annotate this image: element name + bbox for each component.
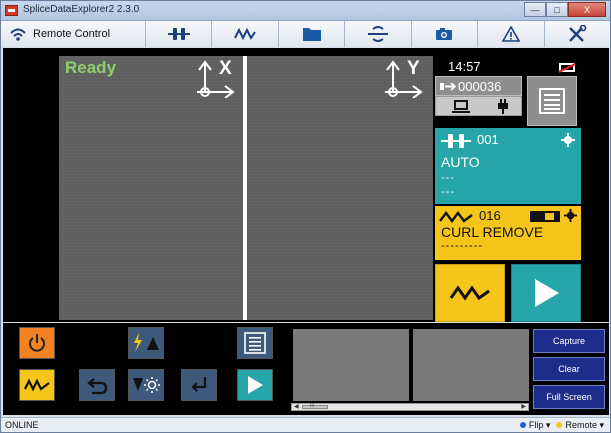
enter-icon — [191, 377, 207, 392]
remote-toggle[interactable]: Remote ▾ — [556, 420, 604, 431]
capture-thumbnail[interactable]: 02 — [413, 329, 529, 411]
connection-row — [435, 96, 522, 116]
tools-toolbar-button[interactable] — [544, 21, 610, 47]
status-bar: ONLINE Flip ▾ Remote ▾ — [1, 417, 610, 432]
control-bar: 01 02 ◀ III ▶ Capture Clear Full Screen — [3, 323, 609, 415]
scroll-left-icon[interactable]: ◀ — [294, 403, 299, 410]
remote-control-button[interactable]: Remote Control — [1, 21, 146, 47]
clear-button[interactable]: Clear — [533, 357, 605, 381]
enter-button[interactable] — [181, 369, 217, 401]
splice-start-button[interactable] — [511, 264, 581, 322]
app-icon — [5, 5, 18, 16]
fiber-toolbar-button[interactable] — [345, 21, 412, 47]
splice-program-number: 001 — [477, 132, 499, 147]
brightness-down-icon — [133, 377, 160, 393]
power-plug-icon — [498, 99, 508, 114]
flip-indicator-icon — [519, 422, 526, 428]
splice-icon — [441, 134, 471, 148]
arc-up-button[interactable] — [128, 327, 164, 359]
heater-mode: CURL REMOVE — [441, 224, 544, 240]
pc-icon — [452, 100, 470, 113]
play-icon — [535, 279, 559, 307]
capture-thumbnail[interactable]: 01 — [293, 329, 409, 411]
gear-icon[interactable] — [561, 133, 575, 147]
minimize-button[interactable]: — — [524, 2, 546, 17]
splice-program-card[interactable]: 001 AUTO --- --- — [435, 128, 581, 204]
remote-label: Remote — [565, 420, 597, 430]
fiber-splice-icon — [367, 26, 388, 42]
electrode-icon — [440, 82, 456, 91]
window-title: SpliceDataExplorer2 2.3.0 — [23, 4, 140, 15]
splice-line-1: --- — [441, 172, 455, 184]
main-toolbar: Remote Control — [1, 21, 610, 47]
gear-icon[interactable] — [564, 209, 577, 222]
camera-icon — [436, 28, 453, 40]
y-axis-label: Y — [407, 58, 420, 79]
list-icon — [244, 332, 266, 354]
status-toggles: Flip ▾ Remote ▾ — [519, 420, 604, 431]
connection-status: ONLINE — [5, 420, 39, 430]
start-button[interactable] — [237, 369, 273, 401]
wave-icon — [449, 285, 490, 301]
wifi-icon — [10, 28, 26, 41]
scroll-grip: III — [310, 403, 315, 409]
power-button[interactable] — [19, 327, 55, 359]
flip-label: Flip — [528, 420, 544, 430]
window-controls: — □ X — [524, 2, 606, 18]
flip-toggle[interactable]: Flip ▾ — [519, 420, 550, 431]
warning-toolbar-button[interactable] — [478, 21, 545, 47]
ready-status: Ready — [65, 58, 117, 77]
arc-counter: 000036 — [435, 76, 522, 96]
menu-button[interactable] — [237, 327, 273, 359]
wave-icon — [24, 378, 50, 392]
heater-program-card[interactable]: 016 CURL REMOVE --------- — [435, 206, 581, 260]
title-bar: SpliceDataExplorer2 2.3.0 — □ X — [1, 1, 610, 21]
splice-toolbar-button[interactable] — [146, 21, 213, 47]
folder-toolbar-button[interactable] — [278, 21, 346, 47]
scroll-right-icon[interactable]: ▶ — [521, 403, 526, 410]
heater-tray-icon — [530, 211, 560, 222]
heater-program-number: 016 — [479, 208, 501, 223]
arc-up-icon — [134, 333, 159, 352]
warning-icon — [501, 26, 520, 42]
scroll-thumb[interactable] — [302, 405, 328, 409]
remote-indicator-icon — [556, 422, 563, 428]
back-button[interactable] — [79, 369, 115, 401]
tools-icon — [569, 25, 587, 42]
undo-icon — [87, 378, 108, 395]
play-icon — [248, 376, 263, 394]
splice-mode: AUTO — [441, 154, 480, 170]
folder-icon — [302, 28, 321, 41]
list-icon — [539, 88, 565, 114]
power-icon — [29, 334, 45, 352]
view-divider — [243, 56, 247, 320]
camera-toolbar-button[interactable] — [411, 21, 479, 47]
wave-icon — [234, 27, 256, 41]
heater-button[interactable] — [19, 369, 55, 401]
capture-button[interactable]: Capture — [533, 329, 605, 353]
thumbnail-scrollbar[interactable]: ◀ III ▶ — [291, 403, 529, 411]
splice-icon — [167, 28, 190, 40]
capture-thumbnails: 01 02 ◀ III ▶ — [291, 327, 529, 411]
main-view: Ready X Y 14:57 000036 001 AUTO --- --- … — [3, 48, 609, 322]
menu-list-button[interactable] — [527, 76, 577, 126]
arc-count: 000036 — [458, 79, 502, 94]
heat-start-button[interactable] — [435, 264, 505, 322]
battery-empty-icon — [559, 63, 575, 72]
full-screen-button[interactable]: Full Screen — [533, 385, 605, 409]
splice-line-2: --- — [441, 186, 455, 198]
close-button[interactable]: X — [568, 2, 606, 17]
x-axis-label: X — [219, 58, 232, 79]
heater-toolbar-button[interactable] — [212, 21, 279, 47]
app-window: SpliceDataExplorer2 2.3.0 — □ X Remote C… — [0, 0, 611, 433]
brightness-down-button[interactable] — [128, 369, 164, 401]
wave-icon — [439, 211, 473, 223]
clock-text: 14:57 — [448, 59, 481, 74]
heater-line-1: --------- — [441, 240, 483, 252]
maximize-button[interactable]: □ — [546, 2, 568, 17]
remote-control-label: Remote Control — [33, 28, 111, 40]
